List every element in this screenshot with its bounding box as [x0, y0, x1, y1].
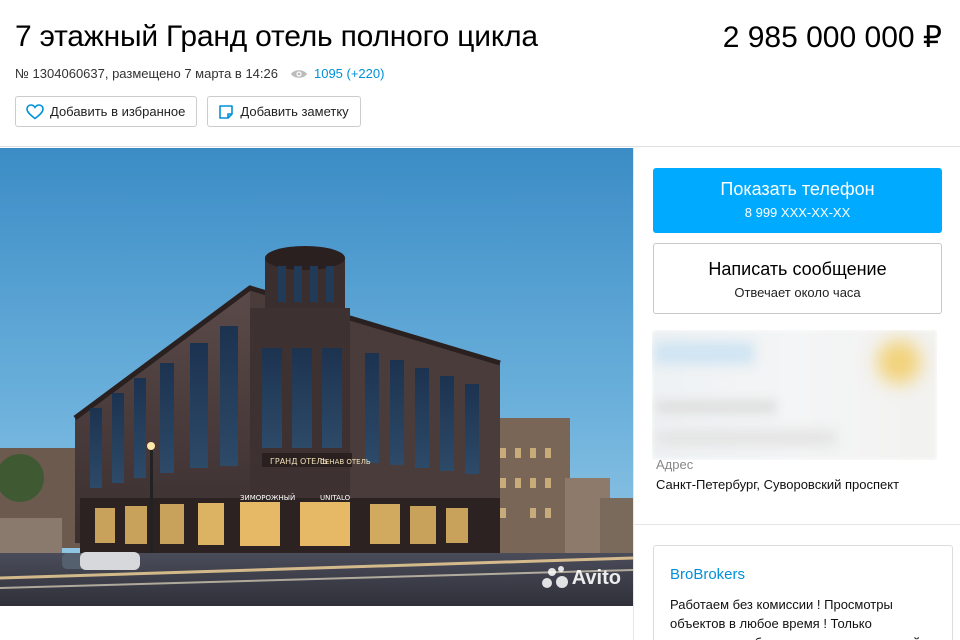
column-divider — [633, 148, 634, 640]
write-message-label: Написать сообщение — [708, 259, 887, 279]
promo-card[interactable]: BroBrokers Работаем без комиссии ! Просм… — [653, 545, 953, 640]
response-time-label: Отвечает около часа — [734, 285, 861, 300]
address-value: Санкт-Петербург, Суворовский проспект — [656, 477, 900, 492]
show-phone-label: Показать телефон — [720, 179, 875, 199]
listing-number-date: № 1304060637, размещено 7 марта в 14:26 — [15, 66, 278, 81]
phone-number-masked: 8 999 XXX-XX-XX — [744, 205, 851, 220]
avito-logo-icon — [541, 566, 568, 590]
add-note-button[interactable]: Добавить заметку — [207, 96, 361, 127]
seller-info-blurred — [652, 330, 937, 460]
add-note-label: Добавить заметку — [240, 104, 349, 119]
photo-gallery-strip — [0, 606, 633, 640]
listing-title: 7 этажный Гранд отель полного цикла — [15, 20, 538, 53]
add-to-favorites-label: Добавить в избранное — [50, 104, 186, 119]
address-label: Адрес — [656, 457, 694, 472]
header-divider — [0, 146, 960, 147]
heart-icon — [26, 103, 44, 120]
listing-actions: Добавить в избранное Добавить заметку — [15, 96, 361, 127]
note-icon — [219, 104, 234, 119]
add-to-favorites-button[interactable]: Добавить в избранное — [15, 96, 198, 127]
show-phone-button[interactable]: Показать телефон 8 999 XXX-XX-XX — [653, 168, 942, 233]
promo-company-link[interactable]: BroBrokers — [670, 566, 745, 583]
listing-price: 2 985 000 000 ₽ — [722, 21, 942, 54]
promo-text: Работаем без комиссии ! Просмотры объект… — [670, 597, 920, 640]
store-sign-left: ЗИМОРОЖНЫЙ — [240, 493, 295, 502]
hotel-sign-right: CЕНАВ ОТЕЛЬ — [320, 458, 371, 466]
views-count: 1095 (+220) — [313, 66, 385, 81]
avito-watermark: Avito — [541, 566, 621, 590]
avito-watermark-text: Avito — [571, 566, 621, 589]
listing-meta: № 1304060637, размещено 7 марта в 14:26 … — [15, 66, 384, 81]
eye-icon — [290, 68, 308, 80]
store-sign-right: UNITALO — [320, 494, 351, 502]
hotel-building-image: ГРАНД ОТЕЛЬ CЕНАВ ОТЕЛЬ ЗИМОРОЖНЫЙ UNITA… — [0, 148, 633, 606]
sidebar-divider — [634, 524, 960, 525]
listing-photo[interactable]: ГРАНД ОТЕЛЬ CЕНАВ ОТЕЛЬ ЗИМОРОЖНЫЙ UNITA… — [0, 148, 633, 606]
write-message-button[interactable]: Написать сообщение Отвечает около часа — [653, 243, 942, 314]
